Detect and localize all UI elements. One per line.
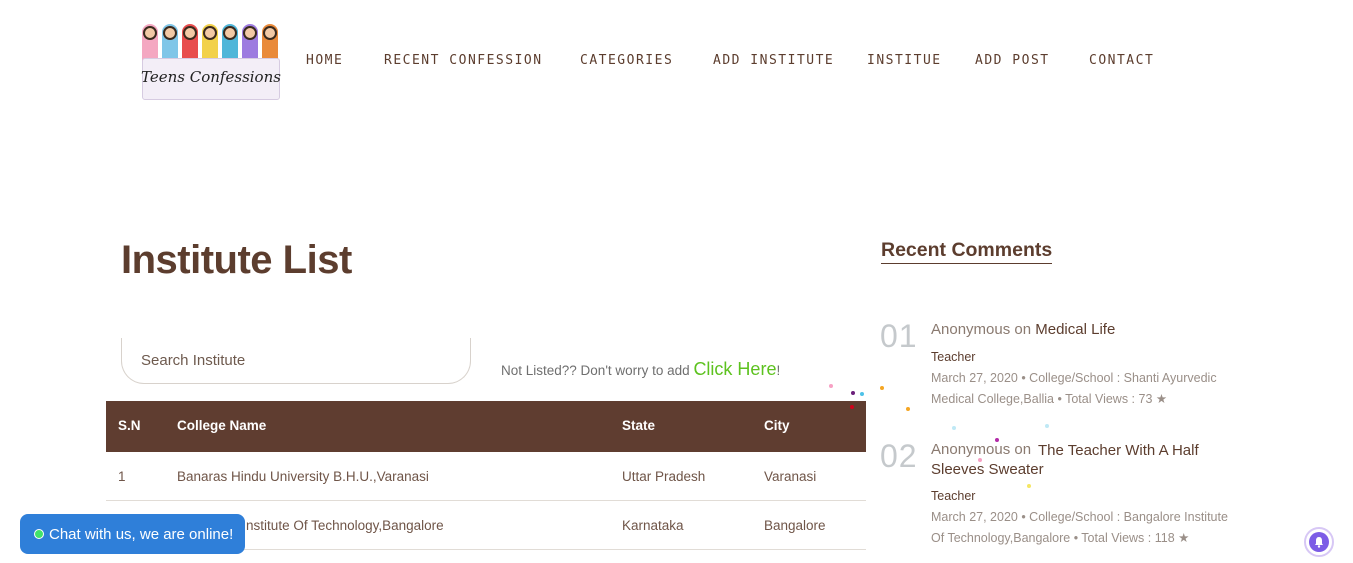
comment-category[interactable]: Teacher <box>931 489 975 503</box>
header-sn: S.N <box>118 418 141 433</box>
search-input[interactable] <box>121 338 471 384</box>
bell-icon <box>1309 532 1329 552</box>
notification-bell-button[interactable] <box>1304 527 1334 557</box>
comment-meta: March 27, 2020 • College/School : Bangal… <box>931 510 1228 545</box>
comment-on: on <box>1010 321 1036 338</box>
nav-add-institute[interactable]: ADD INSTITUTE <box>713 53 834 68</box>
cell-city: Varanasi <box>764 469 817 484</box>
comment-meta: March 27, 2020 • College/School : Shanti… <box>931 371 1217 406</box>
nav-recent-confession[interactable]: RECENT CONFESSION <box>384 53 543 68</box>
cell-college-name: Banaras Hindu University B.H.U.,Varanasi <box>177 469 429 484</box>
chat-widget-button[interactable]: Chat with us, we are online! <box>20 514 245 554</box>
chat-label: Chat with us, we are online! <box>49 525 234 543</box>
comment-author: Anonymous <box>931 321 1011 338</box>
nav-contact[interactable]: CONTACT <box>1089 53 1154 68</box>
nav-categories[interactable]: CATEGORIES <box>580 53 673 68</box>
cell-state: Karnataka <box>622 518 684 533</box>
page-title: Institute List <box>121 238 352 282</box>
comment-heading: Anonymous on Medical Life <box>931 321 1115 338</box>
nav-home[interactable]: HOME <box>306 53 343 68</box>
logo-text: Teens Confessions <box>141 68 281 86</box>
cell-city: Bangalore <box>764 518 826 533</box>
not-listed-text: Not Listed?? Don't worry to add <box>501 363 694 378</box>
not-listed-note: Not Listed?? Don't worry to add Click He… <box>501 359 780 380</box>
comment-number: 02 <box>880 438 918 474</box>
not-listed-suffix: ! <box>776 363 781 378</box>
cell-state: Uttar Pradesh <box>622 469 706 484</box>
recent-comments-title: Recent Comments <box>881 239 1053 264</box>
nav-add-post[interactable]: ADD POST <box>975 53 1050 68</box>
header-college-name: College Name <box>177 418 267 433</box>
click-here-link[interactable]: Click Here <box>693 359 776 379</box>
header-city: City <box>764 418 790 433</box>
comment-category[interactable]: Teacher <box>931 350 975 364</box>
header-state: State <box>622 418 656 433</box>
nav-institue[interactable]: INSTITUE <box>867 53 942 68</box>
comment-post-link[interactable]: Medical Life <box>1035 321 1115 338</box>
table-row[interactable]: 1 Banaras Hindu University B.H.U.,Varana… <box>106 452 866 501</box>
comment-post-link[interactable]: The Teacher With A Half Sleeves Sweater <box>931 441 1231 479</box>
cell-sn: 1 <box>118 469 126 484</box>
site-logo[interactable]: Teens Confessions <box>138 18 284 104</box>
online-status-icon <box>34 529 44 539</box>
table-header: S.N College Name State City <box>106 401 866 452</box>
comment-number: 01 <box>880 318 918 354</box>
